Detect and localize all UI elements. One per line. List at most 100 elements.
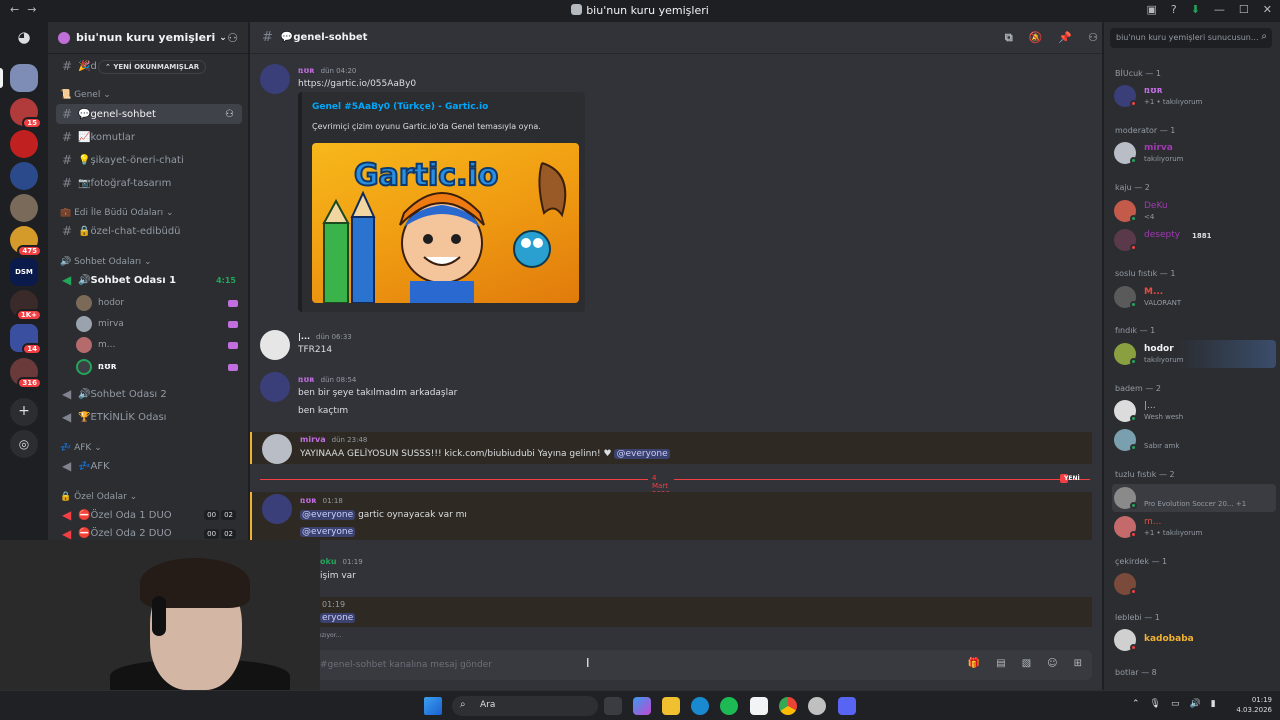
voice-channel-sohbet2[interactable]: ◀ 🔊 Sohbet Odası 2	[56, 384, 242, 404]
close-button[interactable]: ✕	[1263, 3, 1272, 16]
gif-icon[interactable]: ▤	[996, 658, 1005, 669]
embed-title[interactable]: Genel #5AaBy0 (Türkçe) - Gartic.io	[312, 102, 488, 112]
spotify-icon[interactable]	[720, 697, 738, 715]
unread-messages-pill[interactable]: ⌃ YENİ OKUNMAMIŞLAR	[98, 60, 207, 74]
member-item[interactable]: ռʊʀ +1 • takılıyorum	[1112, 82, 1276, 110]
steam-icon[interactable]	[808, 697, 826, 715]
sticker-icon[interactable]: ▧	[1022, 658, 1031, 669]
voice-user[interactable]: hodor	[76, 294, 244, 312]
message-input[interactable]: #genel-sohbet kanalına mesaj gönder	[320, 660, 492, 670]
volume-icon[interactable]: 🔊	[1190, 699, 1201, 709]
store-icon[interactable]	[750, 697, 768, 715]
server-5[interactable]	[10, 194, 38, 222]
category-genel[interactable]: 📜 Genel ⌄	[60, 90, 111, 100]
member-item[interactable]: hodor takılıyorum	[1112, 340, 1276, 368]
emoji-icon[interactable]: ☺	[1047, 658, 1057, 669]
mention-everyone[interactable]: @everyone	[300, 510, 356, 520]
taskbar-search[interactable]: ⌕ Ara	[452, 696, 598, 716]
chevron-up-icon[interactable]: ⌃	[1132, 699, 1140, 709]
add-server-icon[interactable]: +	[10, 398, 38, 426]
message-mentioned[interactable]: mirva dün 23:48 YAYINAAA GELİYOSUN SUSSS!…	[250, 432, 1092, 464]
message-link[interactable]: https://gartic.io/055AaBy0	[298, 79, 416, 89]
server-8[interactable]: 1K+	[10, 290, 42, 321]
message[interactable]: |... dün 06:33 TFR214	[250, 330, 1092, 360]
channel-sikayet[interactable]: # 💡şikayet-öneri-chati	[56, 150, 242, 170]
help-icon[interactable]: ?	[1171, 3, 1177, 16]
message-author[interactable]: ռʊʀ dün 04:20	[298, 66, 356, 75]
maximize-button[interactable]: ☐	[1239, 3, 1249, 16]
mention-everyone[interactable]: @everyone	[614, 449, 670, 459]
voice-channel-etkinlik[interactable]: ◀ 🏆ETKİNLİK Odası	[56, 407, 242, 427]
message-mentioned[interactable]: 01:19 eryone	[250, 597, 1092, 627]
message-author[interactable]: ռʊʀ 01:18	[300, 496, 343, 505]
chrome-icon[interactable]	[779, 697, 797, 715]
windows-start-icon[interactable]	[424, 697, 442, 715]
channel-komutlar[interactable]: # 📈komutlar	[56, 127, 242, 147]
member-item[interactable]: Pro Evolution Soccer 20... +1	[1112, 484, 1276, 512]
edge-icon[interactable]	[691, 697, 709, 715]
category-sohbet[interactable]: 🔊 Sohbet Odaları ⌄	[60, 257, 152, 267]
battery-icon[interactable]: ▮	[1211, 699, 1216, 709]
member-item[interactable]: DeKu <4	[1112, 197, 1276, 225]
voice-channel-afk[interactable]: ◀ 💤AFK	[56, 456, 242, 476]
server-dsm[interactable]: DSM	[10, 258, 38, 286]
member-list-icon[interactable]: ⚇	[1088, 31, 1098, 45]
pin-icon[interactable]: 📌	[1058, 31, 1072, 45]
inbox-icon[interactable]: ▣	[1146, 3, 1156, 16]
channel-genel-sohbet[interactable]: # 💬genel-sohbet ⚇	[56, 104, 242, 124]
server-folder[interactable]: 14	[10, 324, 42, 355]
threads-icon[interactable]: ⧉	[1005, 31, 1013, 45]
download-icon[interactable]: ⬇	[1191, 3, 1200, 16]
server-biu[interactable]	[0, 64, 38, 92]
voice-user[interactable]: ռʊʀ	[76, 358, 244, 376]
message-author[interactable]: ռʊʀ dün 08:54	[298, 375, 356, 384]
category-ozel[interactable]: 🔒 Özel Odalar ⌄	[60, 492, 137, 502]
category-afk[interactable]: 💤 AFK ⌄	[60, 443, 102, 453]
mention-everyone[interactable]: eryone	[320, 613, 356, 623]
server-2[interactable]: 15	[10, 98, 42, 129]
message-author[interactable]: mirva dün 23:48	[300, 435, 367, 444]
message-author[interactable]: |... dün 06:33	[298, 332, 352, 341]
voice-channel-sohbet1[interactable]: ◀ 🔊 Sohbet Odası 1 4:15	[56, 270, 242, 290]
embed-image[interactable]: Gartic.io	[312, 143, 579, 303]
member-item[interactable]: m... +1 • takılıyorum	[1112, 513, 1276, 541]
channel-ozel-chat[interactable]: # 🔒özel-chat-edibüdü	[56, 221, 242, 241]
category-edi[interactable]: 💼 Edi İle Büdü Odaları ⌄	[60, 208, 173, 218]
task-view-icon[interactable]	[604, 697, 622, 715]
gift-icon[interactable]: 🎁	[968, 658, 980, 669]
apps-icon[interactable]: ⊞	[1074, 658, 1082, 669]
server-4[interactable]	[10, 162, 38, 190]
member-item[interactable]	[1112, 570, 1276, 598]
voice-channel-ozel1[interactable]: ◀ ⛔ Özel Oda 1 DUO 00 02	[56, 505, 242, 525]
server-search[interactable]: biu'nun kuru yemişleri sunucusun... ⌕	[1110, 28, 1272, 48]
notification-bell-icon[interactable]: 🔕	[1029, 31, 1043, 45]
voice-user[interactable]: m...	[76, 336, 244, 354]
network-icon[interactable]: ▭	[1171, 699, 1180, 709]
member-item[interactable]: mirva takılıyorum	[1112, 139, 1276, 167]
add-member-icon[interactable]: ⚇	[225, 109, 234, 120]
message-author[interactable]: oku 01:19	[320, 557, 363, 566]
clock[interactable]: 01:19 4.03.2026	[1228, 695, 1272, 715]
message-mentioned[interactable]: ռʊʀ 01:18 @everyone gartic oynayacak var …	[250, 492, 1092, 540]
server-3[interactable]	[10, 130, 38, 158]
voice-channel-ozel2[interactable]: ◀ ⛔ Özel Oda 2 DUO 00 02	[56, 527, 242, 540]
mention-everyone[interactable]: @everyone	[300, 527, 356, 537]
member-item[interactable]: Sabır amk	[1112, 426, 1276, 454]
minimize-button[interactable]: —	[1214, 3, 1225, 16]
server-6[interactable]: 475	[10, 226, 42, 257]
copilot-icon[interactable]	[633, 697, 651, 715]
member-item[interactable]: kadobaba	[1112, 626, 1276, 654]
member-item[interactable]: desepty 1881	[1112, 226, 1276, 254]
file-explorer-icon[interactable]	[662, 697, 680, 715]
discord-home-icon[interactable]: ◕	[10, 28, 38, 56]
message[interactable]: ռʊʀ dün 08:54 ben bir şeye takılmadım ark…	[250, 372, 1092, 420]
message[interactable]: oku 01:19 işim var	[250, 554, 1092, 584]
message-composer[interactable]: #genel-sohbet kanalına mesaj gönder 🎁 ▤ …	[310, 650, 1092, 680]
server-10[interactable]: 316	[10, 358, 42, 389]
member-item[interactable]: M... VALORANT	[1112, 283, 1276, 311]
mic-icon[interactable]: 🎙	[1150, 699, 1161, 709]
discover-icon[interactable]: ◎	[10, 430, 38, 458]
voice-user[interactable]: mirva	[76, 315, 244, 333]
server-header[interactable]: biu'nun kuru yemişleri ⌄ ⚇	[48, 22, 248, 54]
channel-fotograf[interactable]: # 📷fotoğraf-tasarım	[56, 173, 242, 193]
